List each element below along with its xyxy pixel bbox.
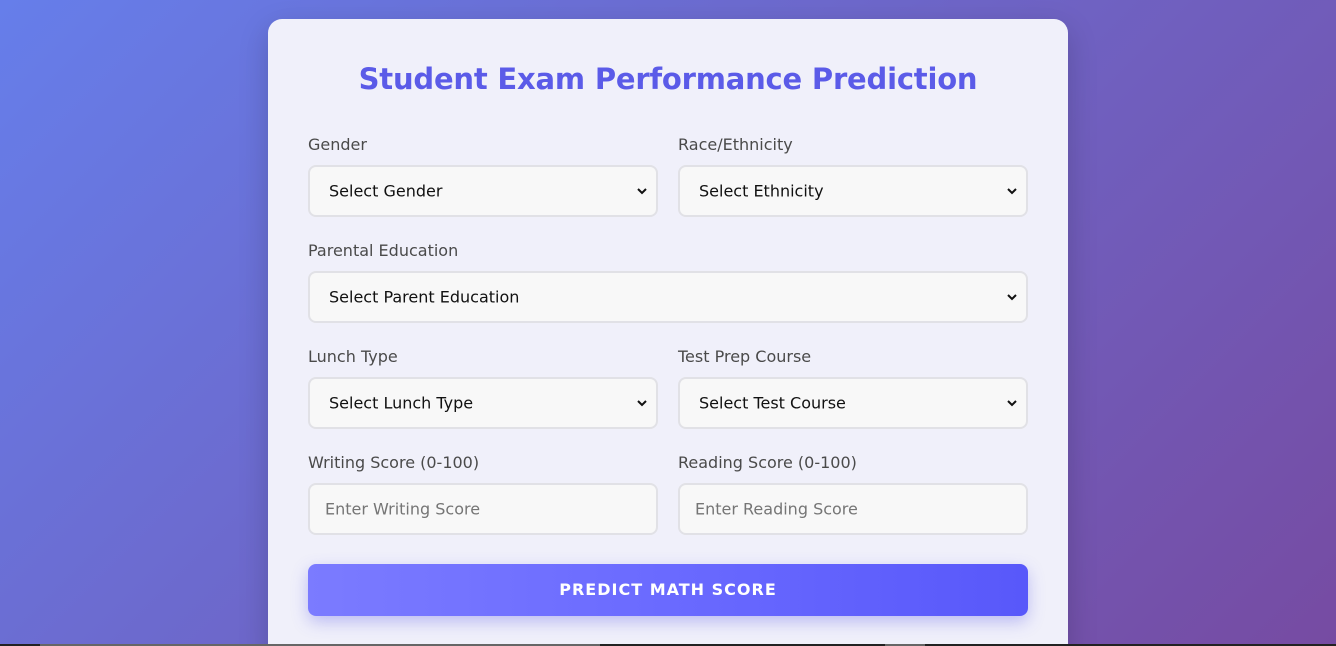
predict-math-score-button[interactable]: PREDICT MATH SCORE bbox=[308, 564, 1028, 616]
writing-score-placeholder: Enter Writing Score bbox=[325, 499, 481, 519]
lunch-type-label: Lunch Type bbox=[308, 347, 398, 366]
lunch-type-select[interactable]: Select Lunch Type bbox=[308, 377, 658, 429]
chevron-down-icon bbox=[1007, 188, 1017, 195]
reading-score-input[interactable]: Enter Reading Score bbox=[678, 483, 1028, 535]
test-prep-label: Test Prep Course bbox=[678, 347, 812, 366]
chevron-down-icon bbox=[637, 400, 647, 407]
lunch-type-select-value: Select Lunch Type bbox=[329, 393, 474, 413]
gender-label: Gender bbox=[308, 135, 367, 154]
parental-education-label: Parental Education bbox=[308, 241, 459, 260]
ethnicity-select[interactable]: Select Ethnicity bbox=[678, 165, 1028, 217]
test-prep-select[interactable]: Select Test Course bbox=[678, 377, 1028, 429]
chevron-down-icon bbox=[637, 188, 647, 195]
reading-score-label: Reading Score (0-100) bbox=[678, 453, 857, 472]
gender-select-value: Select Gender bbox=[329, 181, 443, 201]
page-title: Student Exam Performance Prediction bbox=[358, 62, 978, 96]
writing-score-input[interactable]: Enter Writing Score bbox=[308, 483, 658, 535]
form-card: Student Exam Performance Prediction Gend… bbox=[268, 19, 1068, 646]
chevron-down-icon bbox=[1007, 294, 1017, 301]
reading-score-placeholder: Enter Reading Score bbox=[695, 499, 858, 519]
test-prep-select-value: Select Test Course bbox=[699, 393, 846, 413]
parental-education-select[interactable]: Select Parent Education bbox=[308, 271, 1028, 323]
parental-education-select-value: Select Parent Education bbox=[329, 287, 520, 307]
writing-score-label: Writing Score (0-100) bbox=[308, 453, 480, 472]
ethnicity-label: Race/Ethnicity bbox=[678, 135, 793, 154]
chevron-down-icon bbox=[1007, 400, 1017, 407]
ethnicity-select-value: Select Ethnicity bbox=[699, 181, 824, 201]
gender-select[interactable]: Select Gender bbox=[308, 165, 658, 217]
